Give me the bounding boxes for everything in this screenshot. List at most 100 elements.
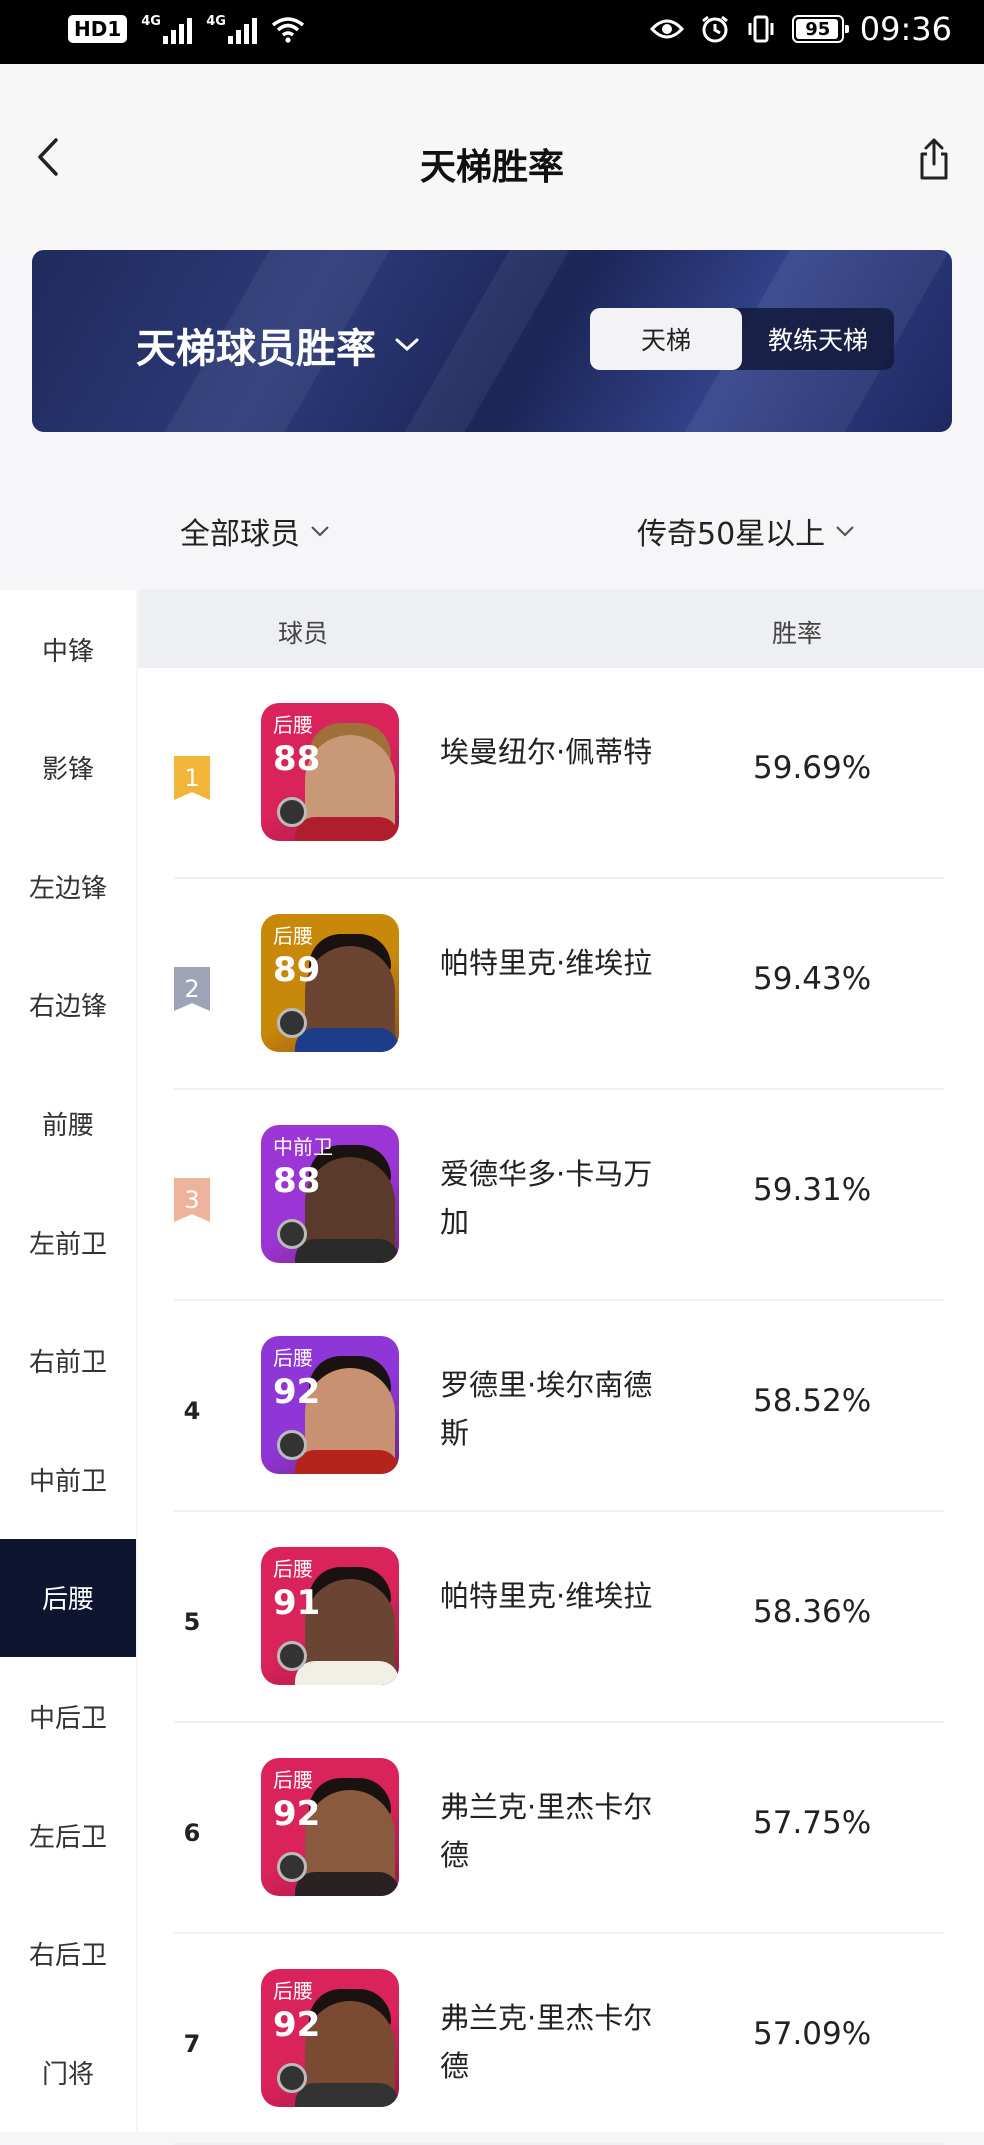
app-header: 天梯胜率 [0,64,984,254]
player-name: 弗兰克·里杰卡尔德 [440,2001,653,2083]
status-right: 95 09:36 [649,10,952,48]
rank-badge: 6 [183,1819,201,1847]
battery-level: 95 [805,18,831,40]
eye-icon [649,19,684,39]
player-card: 后腰 88 [261,703,399,841]
battery-icon: 95 [791,15,849,43]
card-position: 后腰 [273,924,313,948]
sidebar-item-position[interactable]: 左边锋 [0,827,136,945]
share-button[interactable] [914,136,954,182]
status-left: HD1 4G 4G [68,14,305,44]
table-row[interactable]: 2 后腰 89 帕特里克·维埃拉 59.43% [138,879,984,1090]
card-badge-icon [277,1852,307,1882]
card-rating: 92 [273,1794,321,1834]
share-icon [920,138,948,180]
sidebar-item-position[interactable]: 右边锋 [0,946,136,1064]
win-rate: 57.09% [753,2016,872,2052]
player-shirt [295,1872,399,1896]
player-list: 1 后腰 88 埃曼纽尔·佩蒂特 59.69% 2 后腰 89 帕特里克·维埃拉… [138,668,984,2145]
card-rating: 89 [273,950,321,990]
card-badge-icon [277,2063,307,2093]
hd-badge: HD1 [68,15,128,43]
sidebar-item-position[interactable]: 门将 [0,2013,136,2131]
sim-label: 1 [107,17,122,41]
table-header: 球员 胜率 [138,590,984,668]
vibrate-icon [748,15,774,43]
sidebar-item-position[interactable]: 右后卫 [0,1895,136,2013]
win-rate: 59.31% [753,1172,872,1208]
chevron-down-icon [836,526,854,537]
sidebar-item-position[interactable]: 影锋 [0,709,136,827]
filter-bar: 全部球员 传奇50星以上 [0,465,984,590]
signal-icon: 4G [141,14,193,44]
player-name: 帕特里克·维埃拉 [440,946,653,980]
player-name: 罗德里·埃尔南德斯 [440,1368,653,1450]
win-rate: 59.43% [753,961,872,997]
table-row[interactable]: 4 后腰 92 罗德里·埃尔南德斯 58.52% [138,1301,984,1512]
chevron-down-icon [395,338,419,352]
player-filter-dropdown[interactable]: 全部球员 [180,509,330,553]
ladder-banner: 天梯球员胜率 天梯 教练天梯 [32,250,952,432]
player-filter-label: 全部球员 [180,517,300,552]
hd-label: HD [74,17,108,41]
rank-badge: 2 [174,967,210,1011]
card-badge-icon [277,797,307,827]
win-rate: 57.75% [753,1805,872,1841]
chevron-down-icon [311,526,329,537]
status-bar: HD1 4G 4G 95 09:36 [0,0,984,64]
win-rate: 58.52% [753,1383,872,1419]
clock: 09:36 [859,10,952,48]
rank-badge: 3 [174,1178,210,1222]
level-filter-dropdown[interactable]: 传奇50星以上 [637,509,855,553]
tab-coach-ladder[interactable]: 教练天梯 [742,308,894,370]
sidebar-item-position[interactable]: 左前卫 [0,1183,136,1301]
position-sidebar: 中锋 影锋 左边锋 右边锋 前腰 左前卫 右前卫 中前卫 后腰 中后卫 左后卫 右后卫 门将 [0,590,136,2132]
player-shirt [295,1028,399,1052]
card-badge-icon [277,1430,307,1460]
player-card: 后腰 91 [261,1547,399,1685]
player-shirt [295,817,399,841]
sidebar-item-position[interactable]: 右前卫 [0,1302,136,1420]
column-player: 球员 [278,619,329,648]
player-card: 后腰 92 [261,1336,399,1474]
table-row[interactable]: 5 后腰 91 帕特里克·维埃拉 58.36% [138,1512,984,1723]
rank-badge: 7 [183,2030,201,2058]
card-rating: 88 [273,1161,321,1201]
table-row[interactable]: 3 中前卫 88 爱德华多·卡马万加 59.31% [138,1090,984,1301]
card-rating: 92 [273,1372,321,1412]
network-label: 4G [206,14,226,29]
card-badge-icon [277,1219,307,1249]
card-position: 中前卫 [273,1135,333,1159]
column-winrate: 胜率 [772,619,823,648]
player-shirt [295,1450,399,1474]
sidebar-item-position[interactable]: 前腰 [0,1064,136,1182]
sidebar-item-position[interactable]: 中锋 [0,590,136,708]
level-filter-label: 传奇50星以上 [637,517,826,552]
win-rate: 58.36% [753,1594,872,1630]
rank-badge: 4 [183,1397,201,1425]
player-name: 弗兰克·里杰卡尔德 [440,1790,653,1872]
tab-ladder[interactable]: 天梯 [590,308,742,370]
sidebar-item-position[interactable]: 中后卫 [0,1657,136,1775]
player-card: 后腰 92 [261,1758,399,1896]
sidebar-item-position[interactable]: 左后卫 [0,1776,136,1894]
player-shirt [295,1239,399,1263]
ranking-type-dropdown[interactable]: 天梯球员胜率 [136,316,420,374]
rank-badge: 1 [174,756,210,800]
table-row[interactable]: 6 后腰 92 弗兰克·里杰卡尔德 57.75% [138,1723,984,1934]
card-position: 后腰 [273,713,313,737]
player-card: 后腰 89 [261,914,399,1052]
player-card: 后腰 92 [261,1969,399,2107]
card-position: 后腰 [273,1346,313,1370]
player-name: 埃曼纽尔·佩蒂特 [440,735,653,769]
sidebar-item-position[interactable]: 后腰 [0,1538,136,1657]
sidebar-item-position[interactable]: 中前卫 [0,1420,136,1538]
table-row[interactable]: 1 后腰 88 埃曼纽尔·佩蒂特 59.69% [138,668,984,879]
rank-badge: 5 [183,1608,201,1636]
card-rating: 92 [273,2005,321,2045]
table-row[interactable]: 7 后腰 92 弗兰克·里杰卡尔德 57.09% [138,1934,984,2145]
page-title: 天梯胜率 [419,147,564,188]
card-position: 后腰 [273,1768,313,1792]
ladder-toggle: 天梯 教练天梯 [590,308,894,370]
player-shirt [295,2083,399,2107]
